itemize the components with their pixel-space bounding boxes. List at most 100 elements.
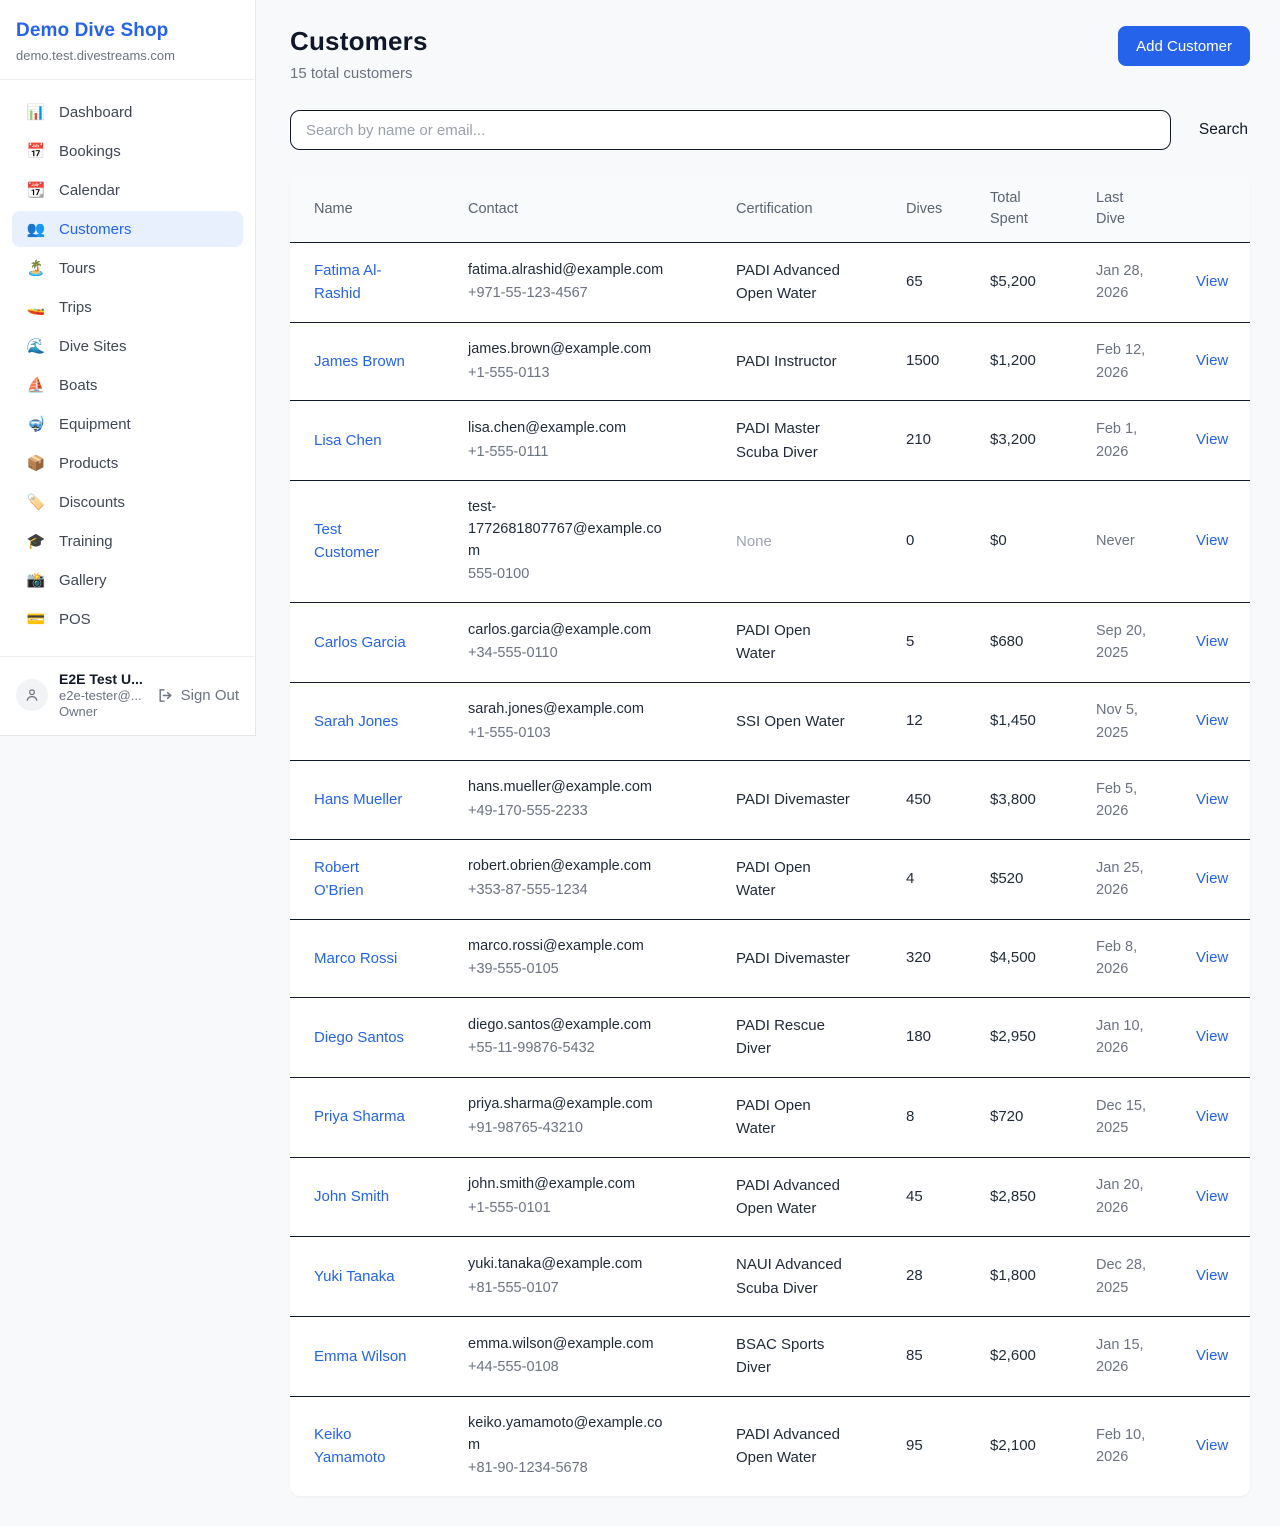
customer-name-link[interactable]: Diego Santos	[314, 1026, 404, 1049]
customer-email: hans.mueller@example.com	[468, 777, 673, 799]
view-customer-link[interactable]: View	[1196, 1267, 1228, 1284]
sidebar-item-gallery[interactable]: 📸 Gallery	[12, 562, 243, 598]
dashboard-icon: 📊	[26, 103, 46, 121]
customer-name-link[interactable]: Robert O'Brien	[314, 856, 410, 903]
customer-certification: PADI Divemaster	[736, 788, 850, 811]
sidebar-item-tours[interactable]: 🏝️ Tours	[12, 250, 243, 286]
customer-name-link[interactable]: Marco Rossi	[314, 947, 397, 970]
customer-phone: +44-555-0108	[468, 1357, 712, 1379]
customer-total-spent: $2,600	[978, 1317, 1084, 1397]
trips-icon: 🚤	[26, 298, 46, 316]
customer-phone: +353-87-555-1234	[468, 880, 712, 902]
table-row: Robert O'Brien robert.obrien@example.com…	[290, 839, 1250, 919]
customer-name-link[interactable]: Keiko Yamamoto	[314, 1423, 410, 1470]
customer-total-spent: $680	[978, 603, 1084, 683]
customer-dives: 450	[894, 761, 978, 840]
customer-count: 15 total customers	[290, 65, 428, 82]
view-customer-link[interactable]: View	[1196, 1108, 1228, 1125]
view-customer-link[interactable]: View	[1196, 712, 1228, 729]
sidebar-item-equipment[interactable]: 🤿 Equipment	[12, 406, 243, 442]
sidebar-item-dashboard[interactable]: 📊 Dashboard	[12, 94, 243, 130]
view-customer-link[interactable]: View	[1196, 1188, 1228, 1205]
sidebar-item-boats[interactable]: ⛵ Boats	[12, 367, 243, 403]
customer-name-link[interactable]: Lisa Chen	[314, 429, 382, 452]
customer-name-link[interactable]: Fatima Al-Rashid	[314, 259, 410, 306]
dive-sites-icon: 🌊	[26, 337, 46, 355]
customer-total-spent: $3,200	[978, 401, 1084, 481]
sidebar-item-calendar[interactable]: 📆 Calendar	[12, 172, 243, 208]
view-customer-link[interactable]: View	[1196, 1028, 1228, 1045]
customer-name-link[interactable]: Test Customer	[314, 518, 410, 565]
customer-dives: 0	[894, 481, 978, 603]
customer-dives: 95	[894, 1396, 978, 1496]
customer-name-link[interactable]: Carlos Garcia	[314, 631, 406, 654]
customer-name-link[interactable]: Yuki Tanaka	[314, 1265, 395, 1288]
sidebar-item-trips[interactable]: 🚤 Trips	[12, 289, 243, 325]
customer-certification: NAUI Advanced Scuba Diver	[736, 1253, 852, 1300]
sidebar-item-training[interactable]: 🎓 Training	[12, 523, 243, 559]
customer-dives: 8	[894, 1077, 978, 1157]
table-row: Hans Mueller hans.mueller@example.com +4…	[290, 761, 1250, 840]
table-row: Emma Wilson emma.wilson@example.com +44-…	[290, 1317, 1250, 1397]
sidebar-item-discounts[interactable]: 🏷️ Discounts	[12, 484, 243, 520]
customer-total-spent: $520	[978, 839, 1084, 919]
person-icon	[23, 686, 41, 704]
sidebar-item-label: Tours	[59, 260, 96, 277]
search-input[interactable]	[290, 110, 1171, 150]
sidebar-item-label: Bookings	[59, 143, 121, 160]
view-customer-link[interactable]: View	[1196, 273, 1228, 290]
customer-email: marco.rossi@example.com	[468, 936, 673, 958]
customer-certification: PADI Rescue Diver	[736, 1014, 852, 1061]
customer-name-link[interactable]: Hans Mueller	[314, 788, 402, 811]
customer-last-dive: Nov 5, 2025	[1096, 699, 1154, 744]
sidebar-item-label: Customers	[59, 221, 132, 238]
sidebar-item-label: Dashboard	[59, 104, 132, 121]
customer-phone: +1-555-0113	[468, 363, 712, 385]
view-customer-link[interactable]: View	[1196, 633, 1228, 650]
sign-out-button[interactable]: Sign Out	[157, 687, 239, 704]
customer-name-link[interactable]: John Smith	[314, 1185, 389, 1208]
table-row: James Brown james.brown@example.com +1-5…	[290, 322, 1250, 401]
column-header-name: Name	[290, 176, 456, 243]
sign-out-icon	[157, 687, 174, 704]
add-customer-button[interactable]: Add Customer	[1118, 26, 1250, 66]
view-customer-link[interactable]: View	[1196, 791, 1228, 808]
sidebar-item-bookings[interactable]: 📅 Bookings	[12, 133, 243, 169]
customer-dives: 12	[894, 682, 978, 761]
equipment-icon: 🤿	[26, 415, 46, 433]
sidebar-item-label: Training	[59, 533, 113, 550]
customer-email: priya.sharma@example.com	[468, 1094, 673, 1116]
customer-last-dive: Jan 25, 2026	[1096, 857, 1154, 902]
sidebar-item-customers[interactable]: 👥 Customers	[12, 211, 243, 247]
view-customer-link[interactable]: View	[1196, 352, 1228, 369]
sidebar-item-pos[interactable]: 💳 POS	[12, 601, 243, 637]
customer-certification: BSAC Sports Diver	[736, 1333, 852, 1380]
view-customer-link[interactable]: View	[1196, 1347, 1228, 1364]
customer-phone: +1-555-0101	[468, 1198, 712, 1220]
view-customer-link[interactable]: View	[1196, 532, 1228, 549]
customer-certification: PADI Divemaster	[736, 947, 850, 970]
search-button[interactable]: Search	[1197, 117, 1250, 143]
table-row: Sarah Jones sarah.jones@example.com +1-5…	[290, 682, 1250, 761]
calendar-icon: 📆	[26, 181, 46, 199]
customer-name-link[interactable]: Emma Wilson	[314, 1345, 407, 1368]
sidebar-item-products[interactable]: 📦 Products	[12, 445, 243, 481]
tours-icon: 🏝️	[26, 259, 46, 277]
customer-name-link[interactable]: Sarah Jones	[314, 710, 398, 733]
view-customer-link[interactable]: View	[1196, 1437, 1228, 1454]
user-role: Owner	[59, 704, 143, 719]
customer-phone: +81-90-1234-5678	[468, 1458, 712, 1480]
sidebar-item-dive-sites[interactable]: 🌊 Dive Sites	[12, 328, 243, 364]
page-title: Customers	[290, 26, 428, 57]
table-row: Priya Sharma priya.sharma@example.com +9…	[290, 1077, 1250, 1157]
user-meta: E2E Test U... e2e-tester@... Owner	[59, 671, 143, 719]
view-customer-link[interactable]: View	[1196, 949, 1228, 966]
customer-certification: SSI Open Water	[736, 710, 845, 733]
customer-name-link[interactable]: Priya Sharma	[314, 1105, 405, 1128]
customer-name-link[interactable]: James Brown	[314, 350, 405, 373]
table-row: Keiko Yamamoto keiko.yamamoto@example.co…	[290, 1396, 1250, 1496]
view-customer-link[interactable]: View	[1196, 431, 1228, 448]
customer-dives: 180	[894, 998, 978, 1078]
view-customer-link[interactable]: View	[1196, 870, 1228, 887]
page-head: Customers 15 total customers Add Custome…	[290, 26, 1250, 82]
